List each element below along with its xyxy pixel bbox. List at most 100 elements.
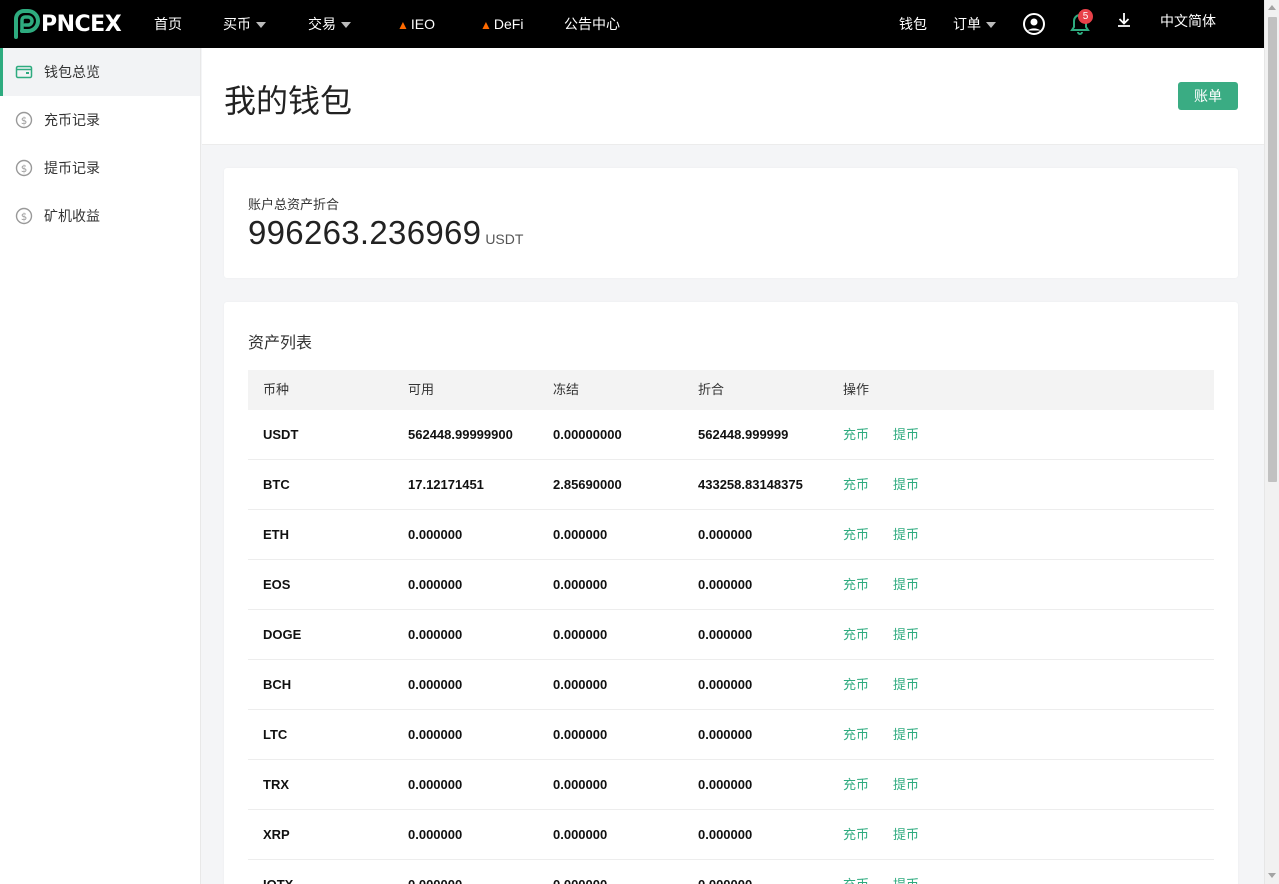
sidebar-item-mining-income[interactable]: $ 矿机收益 bbox=[0, 192, 200, 240]
deposit-link[interactable]: 充币 bbox=[843, 610, 869, 660]
withdraw-link[interactable]: 提币 bbox=[893, 860, 919, 884]
cell-value: 562448.999999 bbox=[698, 427, 789, 442]
logo-icon bbox=[10, 9, 40, 39]
cell-coin: IOTX bbox=[263, 860, 293, 884]
cell-available: 0.000000 bbox=[408, 727, 463, 742]
svg-text:$: $ bbox=[21, 164, 27, 175]
svg-text:$: $ bbox=[21, 212, 27, 223]
cell-frozen: 0.000000 bbox=[553, 777, 608, 792]
withdraw-link[interactable]: 提币 bbox=[893, 810, 919, 860]
scroll-down-icon[interactable] bbox=[1268, 873, 1276, 878]
user-icon[interactable] bbox=[1022, 12, 1046, 36]
column-header-coin: 币种 bbox=[263, 382, 290, 397]
caret-down-icon bbox=[256, 22, 266, 29]
cell-available: 0.000000 bbox=[408, 627, 463, 642]
sidebar-item-label: 矿机收益 bbox=[44, 208, 100, 224]
withdraw-link[interactable]: 提币 bbox=[893, 460, 919, 510]
scroll-thumb[interactable] bbox=[1268, 17, 1277, 482]
cell-coin: BCH bbox=[263, 677, 292, 692]
cell-available: 0.000000 bbox=[408, 527, 463, 542]
cell-value: 0.000000 bbox=[698, 860, 752, 884]
nav-trade-label: 交易 bbox=[308, 16, 336, 32]
sidebar-item-wallet-overview[interactable]: 钱包总览 bbox=[0, 48, 200, 96]
total-assets-value: 996263.236969 bbox=[248, 214, 482, 251]
top-nav: PNCEX 首页 买币 交易 ▲ IEO ▲ DeFi 公告中心 钱包 订单 5 中… bbox=[0, 0, 1264, 48]
deposit-link[interactable]: 充币 bbox=[843, 710, 869, 760]
nav-orders[interactable]: 订单 bbox=[953, 0, 996, 48]
deposit-link[interactable]: 充币 bbox=[843, 560, 869, 610]
nav-wallet[interactable]: 钱包 bbox=[899, 0, 927, 48]
column-header-actions: 操作 bbox=[843, 382, 870, 397]
withdraw-link[interactable]: 提币 bbox=[893, 610, 919, 660]
nav-trade[interactable]: 交易 bbox=[308, 0, 351, 48]
sidebar-item-label: 提币记录 bbox=[44, 160, 100, 176]
cell-value: 0.000000 bbox=[698, 777, 753, 792]
withdraw-link[interactable]: 提币 bbox=[893, 660, 919, 710]
deposit-link[interactable]: 充币 bbox=[843, 760, 869, 810]
deposit-link[interactable]: 充币 bbox=[843, 810, 869, 860]
table-row: TRX 0.000000 0.000000 0.000000 充币 提币 bbox=[248, 760, 1214, 810]
caret-down-icon bbox=[341, 22, 351, 29]
table-header: 币种 可用 冻结 折合 操作 bbox=[248, 370, 1214, 410]
cell-value: 0.000000 bbox=[698, 577, 753, 592]
nav-buy-label: 买币 bbox=[223, 16, 251, 32]
sidebar-item-label: 钱包总览 bbox=[44, 64, 100, 80]
cell-frozen: 0.000000 bbox=[553, 727, 608, 742]
total-assets-unit: USDT bbox=[485, 231, 524, 247]
sidebar-item-withdraw-records[interactable]: $ 提币记录 bbox=[0, 144, 200, 192]
sidebar-item-deposit-records[interactable]: $ 充币记录 bbox=[0, 96, 200, 144]
nav-buy[interactable]: 买币 bbox=[223, 0, 266, 48]
cell-frozen: 0.000000 bbox=[553, 577, 608, 592]
withdraw-link[interactable]: 提币 bbox=[893, 560, 919, 610]
sidebar-item-label: 充币记录 bbox=[44, 112, 100, 128]
table-row: BTC 17.12171451 2.85690000 433258.83148375 充… bbox=[248, 460, 1214, 510]
download-icon[interactable] bbox=[1114, 10, 1138, 34]
deposit-link[interactable]: 充币 bbox=[843, 660, 869, 710]
cell-available: 0.000000 bbox=[408, 860, 462, 884]
withdraw-link[interactable]: 提币 bbox=[893, 510, 919, 560]
deposit-link[interactable]: 充币 bbox=[843, 510, 869, 560]
cell-value: 0.000000 bbox=[698, 527, 753, 542]
cell-available: 0.000000 bbox=[408, 577, 463, 592]
fire-icon: ▲ bbox=[480, 18, 492, 32]
cell-frozen: 2.85690000 bbox=[553, 477, 622, 492]
cell-coin: XRP bbox=[263, 827, 290, 842]
fire-icon: ▲ bbox=[397, 18, 409, 32]
nav-ieo[interactable]: ▲ IEO bbox=[397, 0, 435, 48]
cell-value: 433258.83148375 bbox=[698, 477, 803, 492]
deposit-link[interactable]: 充币 bbox=[843, 460, 869, 510]
cell-available: 0.000000 bbox=[408, 777, 463, 792]
scrollbar[interactable] bbox=[1264, 0, 1279, 884]
withdraw-link[interactable]: 提币 bbox=[893, 760, 919, 810]
total-assets-label: 账户总资产折合 bbox=[248, 197, 340, 212]
nav-announcements[interactable]: 公告中心 bbox=[564, 0, 620, 48]
dollar-circle-icon: $ bbox=[15, 111, 33, 129]
nav-defi[interactable]: ▲ DeFi bbox=[480, 0, 523, 48]
assets-card: 资产列表 币种 可用 冻结 折合 操作 USDT 562448.99999900 0… bbox=[224, 302, 1238, 884]
column-header-frozen: 冻结 bbox=[553, 382, 580, 397]
table-row: XRP 0.000000 0.000000 0.000000 充币 提币 bbox=[248, 810, 1214, 860]
cell-coin: DOGE bbox=[263, 627, 302, 642]
cell-available: 17.12171451 bbox=[408, 477, 484, 492]
deposit-link[interactable]: 充币 bbox=[843, 410, 869, 460]
cell-coin: EOS bbox=[263, 577, 291, 592]
cell-frozen: 0.000000 bbox=[553, 527, 608, 542]
withdraw-link[interactable]: 提币 bbox=[893, 410, 919, 460]
cell-value: 0.000000 bbox=[698, 677, 753, 692]
bill-button[interactable]: 账单 bbox=[1178, 82, 1238, 110]
cell-coin: BTC bbox=[263, 477, 290, 492]
nav-orders-label: 订单 bbox=[953, 16, 981, 32]
total-assets-card: 账户总资产折合 996263.236969 USDT bbox=[224, 168, 1238, 278]
deposit-link[interactable]: 充币 bbox=[843, 860, 869, 884]
nav-defi-label: DeFi bbox=[493, 16, 524, 32]
scroll-up-icon[interactable] bbox=[1268, 5, 1276, 10]
cell-value: 0.000000 bbox=[698, 727, 753, 742]
cell-available: 0.000000 bbox=[408, 677, 463, 692]
withdraw-link[interactable]: 提币 bbox=[893, 710, 919, 760]
caret-down-icon bbox=[986, 22, 996, 29]
language-selector[interactable]: 中文简体 bbox=[1160, 0, 1216, 45]
dollar-circle-icon: $ bbox=[15, 159, 33, 177]
assets-title: 资产列表 bbox=[248, 335, 313, 352]
nav-home[interactable]: 首页 bbox=[154, 0, 182, 48]
logo[interactable]: PNCEX bbox=[10, 8, 122, 40]
